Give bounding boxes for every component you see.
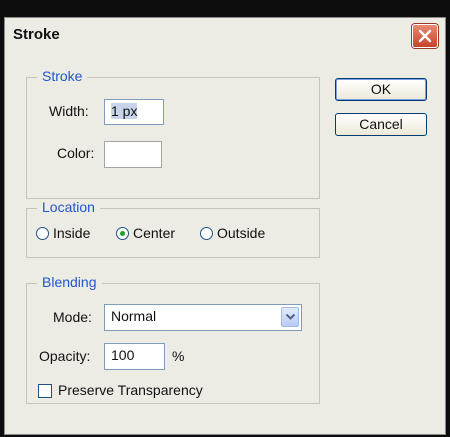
radio-inside-label: Inside xyxy=(53,225,91,241)
stroke-legend: Stroke xyxy=(37,68,88,84)
opacity-label: Opacity: xyxy=(39,348,91,364)
opacity-value: 100 xyxy=(111,347,135,363)
width-label: Width: xyxy=(49,103,89,119)
stroke-group: Stroke Width: 1 px Color: xyxy=(26,68,320,199)
dialog-title: Stroke xyxy=(13,26,60,43)
opacity-unit: % xyxy=(172,348,185,364)
ok-button[interactable]: OK xyxy=(335,78,427,101)
color-label: Color: xyxy=(57,145,95,161)
mode-select[interactable]: Normal xyxy=(104,304,302,331)
stroke-dialog: Stroke OK Cancel Stroke Width: 1 px Colo… xyxy=(4,17,446,435)
radio-center-label: Center xyxy=(133,225,176,241)
location-legend: Location xyxy=(37,199,100,215)
close-icon xyxy=(418,29,432,43)
blending-legend: Blending xyxy=(37,274,102,290)
chevron-down-icon xyxy=(286,314,295,320)
radio-outside-label: Outside xyxy=(217,225,266,241)
radio-outside[interactable] xyxy=(200,227,213,240)
close-button[interactable] xyxy=(412,24,438,48)
mode-value: Normal xyxy=(111,308,157,324)
preserve-transparency-checkbox[interactable] xyxy=(38,384,52,398)
mode-dropdown-button[interactable] xyxy=(281,307,299,327)
cancel-button[interactable]: Cancel xyxy=(335,113,427,136)
radio-center-selected-dot xyxy=(120,231,125,236)
opacity-field[interactable]: 100 xyxy=(104,343,165,370)
width-field[interactable]: 1 px xyxy=(104,99,164,125)
title-bar[interactable]: Stroke xyxy=(5,18,445,52)
color-swatch[interactable] xyxy=(104,141,162,168)
width-value: 1 px xyxy=(111,103,138,119)
preserve-transparency-label: Preserve Transparency xyxy=(58,382,203,398)
radio-inside[interactable] xyxy=(36,227,49,240)
mode-label: Mode: xyxy=(53,309,92,325)
blending-group: Blending Mode: Normal Opacity: 100 % Pre… xyxy=(26,274,320,404)
location-group: Location Inside Center Outside xyxy=(26,199,320,258)
radio-center[interactable] xyxy=(116,227,129,240)
